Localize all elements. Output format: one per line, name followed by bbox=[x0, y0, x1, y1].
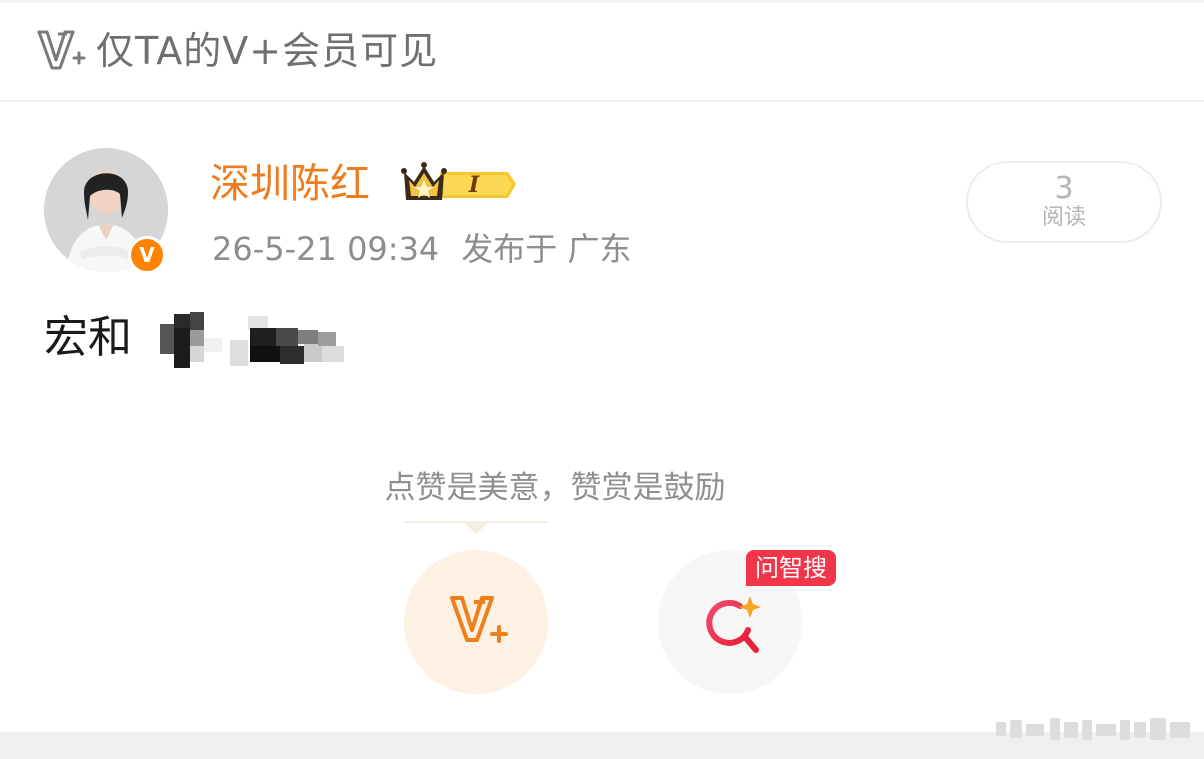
vplus-icon bbox=[450, 596, 508, 643]
ai-search-icon bbox=[706, 596, 761, 653]
watermark-logo bbox=[996, 718, 1190, 740]
read-label: 阅读 bbox=[1041, 205, 1086, 230]
post-meta: 26-5-21 09:34 发布于 广东 bbox=[212, 227, 631, 271]
vplus-icon bbox=[37, 30, 86, 70]
verified-v-icon: V bbox=[128, 236, 166, 274]
post-date: 26-5-21 09:34 bbox=[212, 230, 440, 268]
tip-pointer bbox=[463, 522, 489, 534]
member-level: I bbox=[468, 172, 480, 198]
reward-tip: 点赞是美意，赞赏是鼓励 bbox=[384, 470, 726, 506]
header-title: 仅TA的V+会员可见 bbox=[96, 29, 439, 73]
read-count: 3 bbox=[1054, 171, 1074, 206]
post-location: 发布于 广东 bbox=[461, 230, 632, 268]
author-name[interactable]: 深圳陈红 bbox=[210, 158, 370, 210]
header-top-divider bbox=[0, 0, 1204, 3]
post-text: 宏和 bbox=[44, 312, 132, 363]
vplus-visibility-header: 仅TA的V+会员可见 bbox=[0, 0, 1204, 102]
vplus-reward-button[interactable] bbox=[404, 550, 548, 694]
redacted-mosaic bbox=[160, 312, 344, 368]
search-tag-badge: 问智搜 bbox=[746, 550, 836, 586]
post-page: 仅TA的V+会员可见 V 深圳陈红 I 26-5-21 09:34 发布于 广东 … bbox=[0, 0, 1204, 759]
crown-member-badge-icon[interactable]: I bbox=[400, 160, 520, 208]
read-count-button[interactable]: 3 阅读 bbox=[966, 161, 1162, 243]
